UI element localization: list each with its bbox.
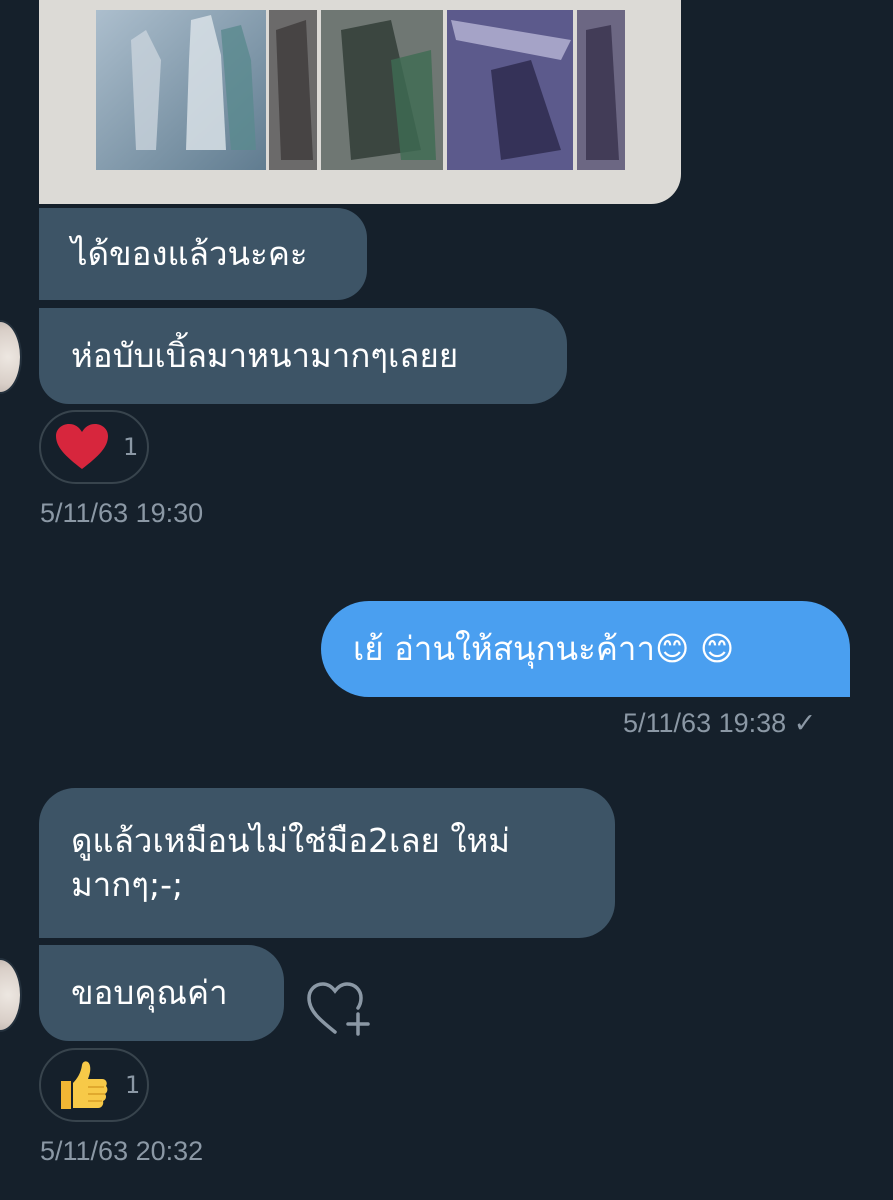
outgoing-message[interactable]: เย้ อ่านให้สนุกนะค้าา😊 😊 bbox=[321, 601, 850, 697]
message-text-line1: ดูแล้วเหมือนไม่ใช่มือ2เลย ใหม่ bbox=[71, 821, 510, 860]
incoming-message[interactable]: ขอบคุณค่า bbox=[39, 945, 284, 1041]
incoming-message[interactable]: ห่อบับเบิ้ลมาหนามากๆเลยย bbox=[39, 308, 567, 404]
reaction-thumbs-up[interactable]: 1 bbox=[39, 1048, 149, 1122]
message-text: เย้ อ่านให้สนุกนะค้าา😊 😊 bbox=[353, 629, 735, 668]
heart-icon bbox=[56, 424, 108, 469]
message-text: ห่อบับเบิ้ลมาหนามากๆเลยย bbox=[71, 336, 459, 375]
add-reaction-icon[interactable] bbox=[306, 980, 372, 1036]
sender-avatar[interactable] bbox=[0, 958, 22, 1032]
dm-conversation: ได้ของแล้วนะคะ ห่อบับเบิ้ลมาหนามากๆเลยย … bbox=[0, 0, 893, 1200]
bookmark-photo bbox=[91, 0, 667, 185]
message-timestamp: 5/11/63 19:38 ✓ bbox=[623, 708, 817, 738]
reaction-heart[interactable]: 1 bbox=[39, 410, 149, 484]
message-text: ขอบคุณค่า bbox=[71, 973, 228, 1012]
reaction-count: 1 bbox=[123, 433, 139, 461]
message-timestamp: 5/11/63 20:32 bbox=[40, 1136, 204, 1166]
message-timestamp: 5/11/63 19:30 bbox=[40, 498, 204, 528]
reaction-count: 1 bbox=[125, 1071, 141, 1099]
message-text-line2: มากๆ;-; bbox=[71, 865, 184, 904]
message-text: ได้ของแล้วนะคะ bbox=[71, 234, 308, 273]
photo-attachment[interactable] bbox=[39, 0, 681, 204]
thumbs-up-icon bbox=[61, 1061, 108, 1109]
incoming-message[interactable]: ดูแล้วเหมือนไม่ใช่มือ2เลย ใหม่ มากๆ;-; bbox=[39, 788, 615, 938]
sender-avatar[interactable] bbox=[0, 320, 22, 394]
incoming-message[interactable]: ได้ของแล้วนะคะ bbox=[39, 208, 367, 300]
